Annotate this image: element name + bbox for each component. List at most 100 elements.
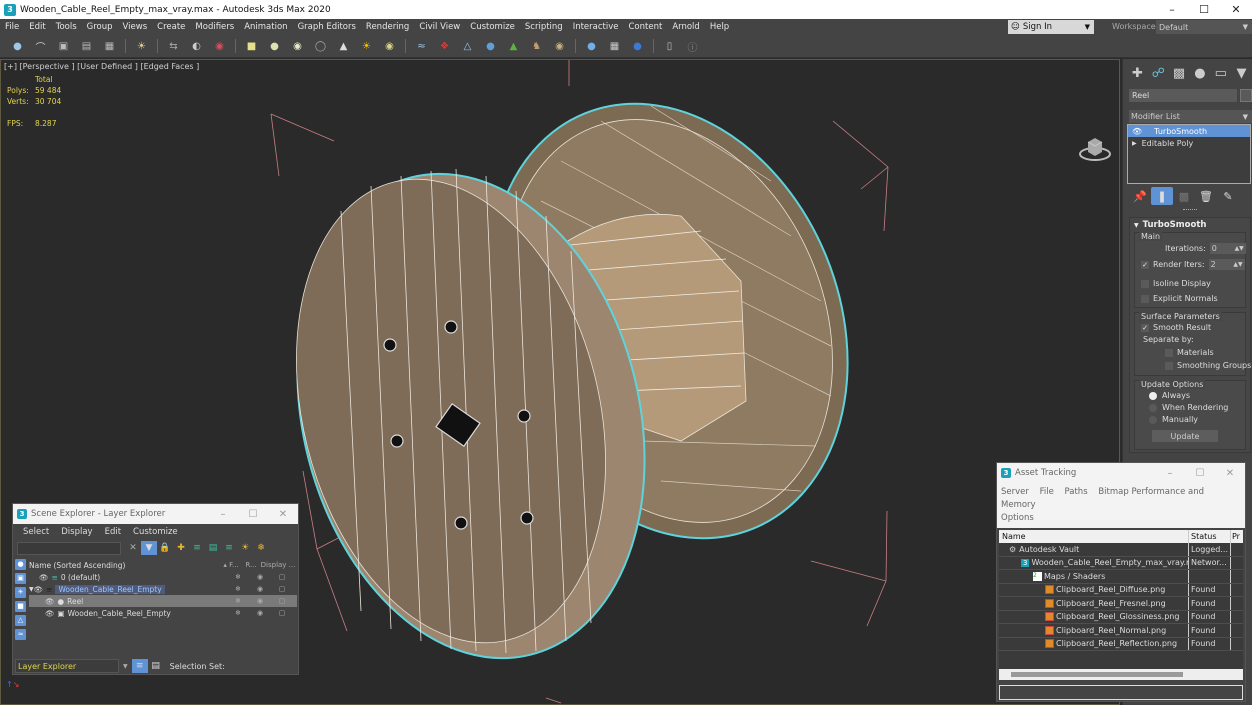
- table-row[interactable]: 2 Maps / Shaders: [999, 570, 1243, 584]
- modify-icon[interactable]: ☍: [1148, 63, 1169, 83]
- at-menu-paths[interactable]: Paths: [1065, 487, 1088, 497]
- hair-icon[interactable]: ◉: [551, 37, 569, 55]
- snap-icon[interactable]: ❖: [436, 37, 454, 55]
- minimize-icon[interactable]: –: [1155, 463, 1185, 483]
- isoline-display-checkbox[interactable]: [1141, 279, 1149, 288]
- explicit-normals-checkbox[interactable]: [1141, 294, 1149, 303]
- cone-icon[interactable]: ▲: [335, 37, 353, 55]
- render-active-icon[interactable]: ●: [629, 37, 647, 55]
- display-box-icon[interactable]: ▢: [271, 573, 293, 581]
- se-menu-customize[interactable]: Customize: [127, 527, 184, 537]
- minimize-icon[interactable]: –: [1156, 0, 1188, 19]
- at-menu-server[interactable]: Server: [1001, 487, 1029, 497]
- search-input[interactable]: [17, 541, 121, 555]
- eye-icon[interactable]: 👁: [45, 609, 55, 618]
- chevron-down-icon[interactable]: ▼: [123, 663, 128, 670]
- menu-create[interactable]: Create: [152, 22, 190, 32]
- workspaces-select[interactable]: Default ▼: [1156, 20, 1252, 34]
- eye-icon[interactable]: 👁: [39, 573, 49, 582]
- lock-icon[interactable]: 🔒: [157, 541, 173, 555]
- explorer-mode-select[interactable]: Layer Explorer: [15, 659, 119, 673]
- eye-icon[interactable]: 👁: [1132, 127, 1142, 136]
- render-iters-spinner[interactable]: 2 ▲▼: [1208, 259, 1245, 270]
- undo-scene-icon[interactable]: ●: [9, 37, 27, 55]
- light-bulb-icon[interactable]: ☀: [237, 541, 253, 555]
- rollout-header[interactable]: ▼ TurboSmooth: [1130, 218, 1250, 232]
- sign-in-button[interactable]: ☺ Sign In ▼: [1008, 20, 1094, 34]
- column-display[interactable]: Display ...: [259, 561, 297, 569]
- menu-file[interactable]: File: [0, 22, 24, 32]
- helper-icon[interactable]: △: [459, 37, 477, 55]
- table-row[interactable]: Clipboard_Reel_Normal.png Found: [999, 624, 1243, 638]
- iterations-spinner[interactable]: 0 ▲▼: [1209, 243, 1246, 254]
- column-name[interactable]: Name (Sorted Ascending): [29, 561, 125, 570]
- menu-tools[interactable]: Tools: [51, 22, 82, 32]
- close-icon[interactable]: ✕: [1220, 0, 1252, 19]
- close-icon[interactable]: ✕: [268, 504, 298, 524]
- render-frame-icon[interactable]: ▣: [55, 37, 73, 55]
- sun-icon[interactable]: ☀: [358, 37, 376, 55]
- hierarchy-icon[interactable]: ▩: [1169, 63, 1190, 83]
- menu-modifiers[interactable]: Modifiers: [190, 22, 239, 32]
- stack-item-editable-poly[interactable]: ▶ Editable Poly: [1128, 137, 1250, 149]
- display-geometry-icon[interactable]: ●: [15, 559, 26, 570]
- modifier-list-dropdown[interactable]: Modifier List ▼: [1129, 110, 1252, 123]
- display-helpers-icon[interactable]: △: [15, 615, 26, 626]
- display-shapes-icon[interactable]: ▣: [15, 573, 26, 584]
- menu-help[interactable]: Help: [705, 22, 734, 32]
- list-item[interactable]: ▼ 👁 ≡ Wooden_Cable_Reel_Empty ❄ ◉ ▢: [29, 583, 297, 595]
- list-item[interactable]: 👁 ▣ Wooden_Cable_Reel_Empty ❄ ◉ ▢: [29, 607, 297, 619]
- eye-icon[interactable]: 👁: [45, 597, 55, 606]
- make-unique-icon[interactable]: ▩: [1173, 187, 1195, 205]
- display-box-icon[interactable]: ▢: [271, 609, 293, 617]
- light-icon[interactable]: ☀: [133, 37, 151, 55]
- layers-icon[interactable]: ▤: [78, 37, 96, 55]
- table-row[interactable]: Clipboard_Reel_Glossiness.png Found: [999, 610, 1243, 624]
- column-proxy[interactable]: Pr: [1231, 530, 1241, 543]
- menu-arnold[interactable]: Arnold: [667, 22, 705, 32]
- motion-icon[interactable]: ●: [1189, 63, 1210, 83]
- menu-animation[interactable]: Animation: [239, 22, 292, 32]
- render-icon[interactable]: ●: [583, 37, 601, 55]
- menu-civil-view[interactable]: Civil View: [414, 22, 465, 32]
- render-setup-icon[interactable]: ▦: [606, 37, 624, 55]
- materials-checkbox[interactable]: [1165, 348, 1173, 357]
- eye-icon[interactable]: 👁: [34, 585, 44, 594]
- maximize-icon[interactable]: ☐: [1188, 0, 1220, 19]
- menu-interactive[interactable]: Interactive: [568, 22, 624, 32]
- expand-arrow-icon[interactable]: ▶: [1132, 140, 1137, 147]
- torus-icon[interactable]: ◯: [312, 37, 330, 55]
- menu-edit[interactable]: Edit: [24, 22, 50, 32]
- box-icon[interactable]: ■: [243, 37, 261, 55]
- smooth-result-checkbox[interactable]: ✓: [1141, 323, 1149, 332]
- menu-content[interactable]: Content: [624, 22, 668, 32]
- layers-icon[interactable]: ≡: [221, 541, 237, 555]
- panel-resize-handle[interactable]: [1183, 209, 1197, 211]
- add-layer-icon[interactable]: ✚: [173, 541, 189, 555]
- pin-stack-icon[interactable]: 📌: [1129, 187, 1151, 205]
- camera-icon[interactable]: ◉: [211, 37, 229, 55]
- viewport-label[interactable]: [+] [Perspective ] [User Defined ] [Edge…: [4, 62, 199, 71]
- bind-icon[interactable]: ⇆: [165, 37, 183, 55]
- teapot-icon[interactable]: ◉: [249, 597, 271, 605]
- particle-icon[interactable]: ≈: [413, 37, 431, 55]
- manually-radio[interactable]: [1149, 415, 1157, 424]
- display-cameras-icon[interactable]: ■: [15, 601, 26, 612]
- freeze-icon[interactable]: ❄: [227, 609, 249, 617]
- viewcube-icon[interactable]: [1077, 134, 1113, 164]
- hierarchy-icon[interactable]: ▤: [205, 541, 221, 555]
- teapot-icon[interactable]: ◉: [381, 37, 399, 55]
- clear-search-icon[interactable]: ✕: [125, 541, 141, 555]
- freeze-icon[interactable]: ❄: [227, 597, 249, 605]
- smoothing-groups-checkbox[interactable]: [1165, 361, 1173, 370]
- teapot-icon[interactable]: ◉: [249, 585, 271, 593]
- se-menu-select[interactable]: Select: [17, 527, 55, 537]
- close-icon[interactable]: ✕: [1215, 463, 1245, 483]
- list-item[interactable]: 👁 ● Reel ❄ ◉ ▢: [29, 595, 297, 607]
- display-lights-icon[interactable]: ☀: [15, 587, 26, 598]
- plant-icon[interactable]: ▲: [505, 37, 523, 55]
- menu-group[interactable]: Group: [82, 22, 118, 32]
- layer-stack-icon[interactable]: ≡: [189, 541, 205, 555]
- shape-icon[interactable]: ◐: [188, 37, 206, 55]
- teapot-icon[interactable]: ◉: [249, 573, 271, 581]
